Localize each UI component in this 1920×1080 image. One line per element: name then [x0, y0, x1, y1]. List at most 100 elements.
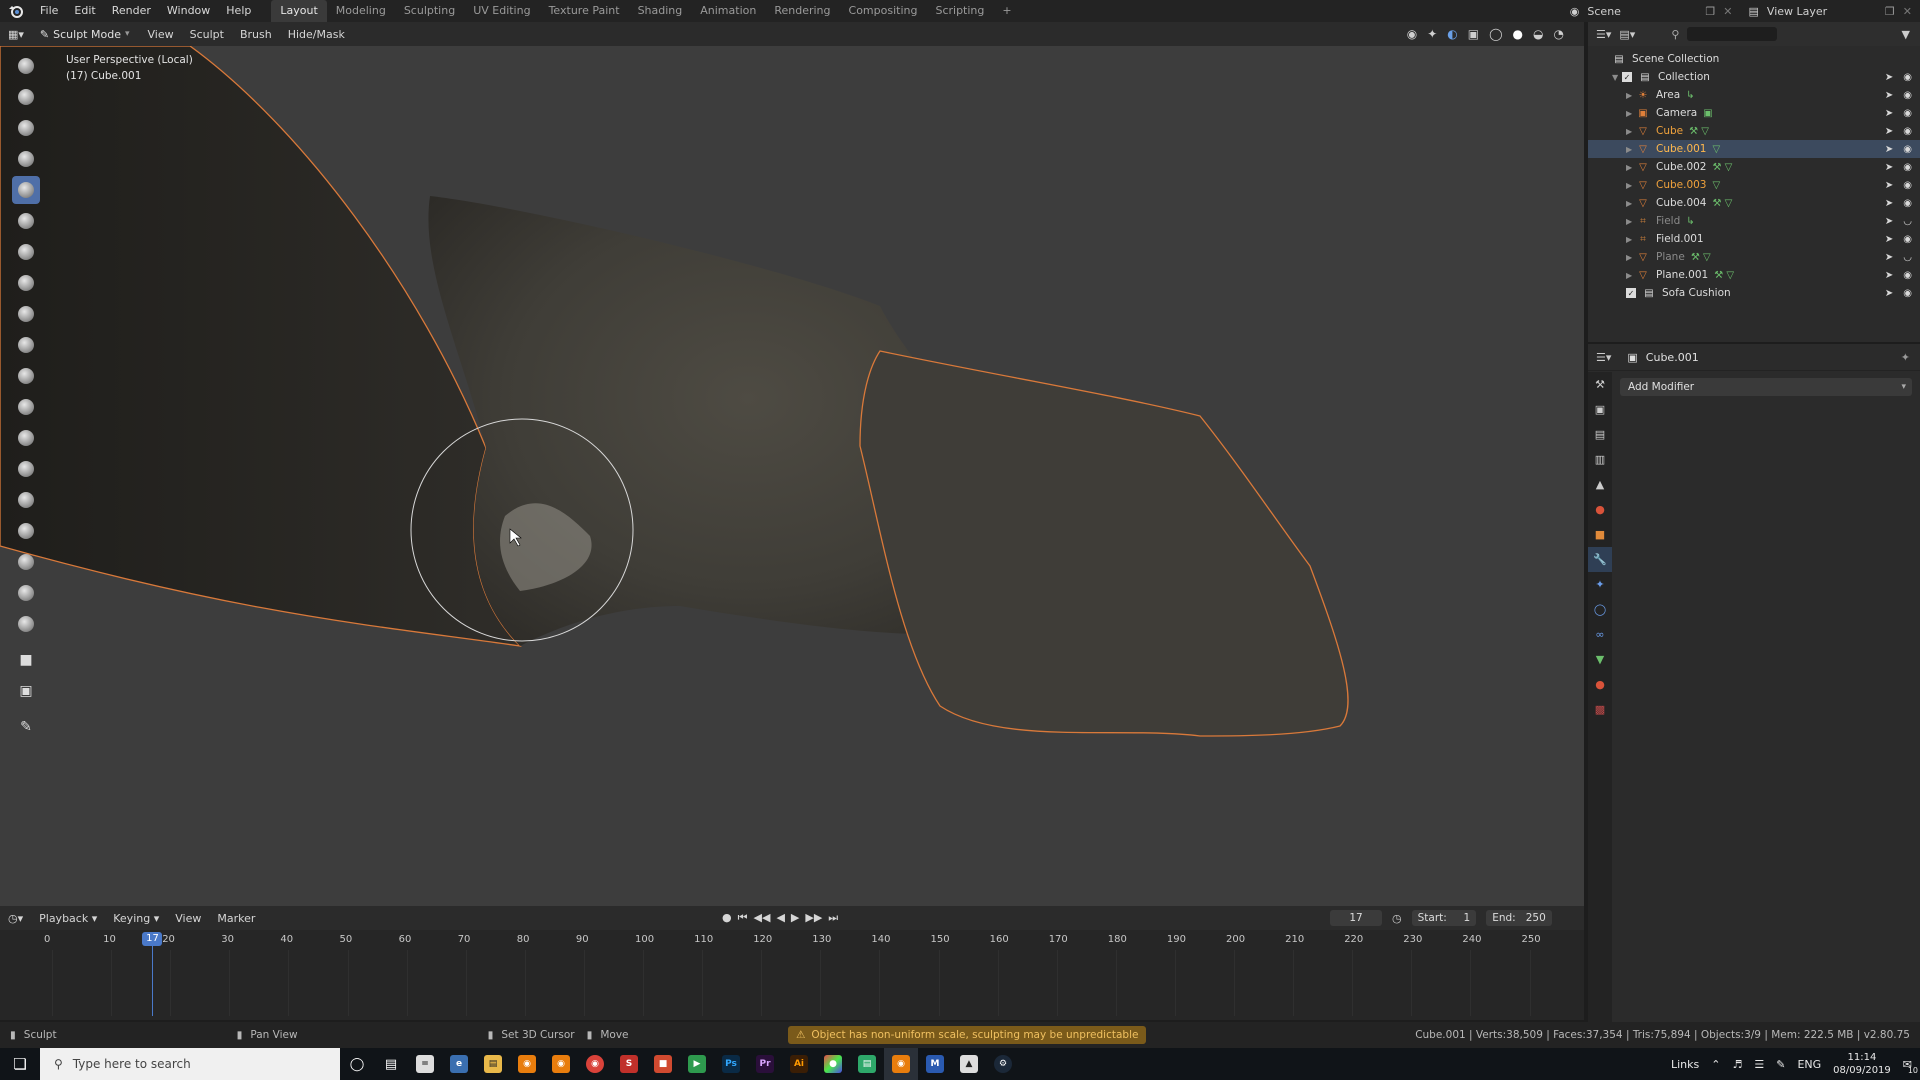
menu-file[interactable]: File — [32, 0, 66, 22]
expand-down-icon[interactable]: ▼ — [1612, 73, 1622, 82]
clock[interactable]: 11:14 08/09/2019 — [1833, 1051, 1891, 1077]
checkbox-icon[interactable]: ✓ — [1622, 72, 1632, 82]
outliner-item-cube-004[interactable]: ▶ ▽ Cube.004 ⚒ ▽ ➤ ◉ — [1588, 194, 1920, 212]
volume-icon[interactable]: ♬ — [1732, 1058, 1742, 1071]
object-data-tab-icon[interactable]: ▼ — [1588, 647, 1612, 672]
eye-icon[interactable]: ◉ — [1903, 234, 1912, 245]
outliner-item-field-001[interactable]: ▶ ⌗ Field.001 ➤ ◉ — [1588, 230, 1920, 248]
expand-right-icon[interactable]: ▶ — [1626, 271, 1636, 280]
select-arrow-icon[interactable]: ➤ — [1885, 126, 1893, 137]
expand-right-icon[interactable]: ▶ — [1626, 181, 1636, 190]
tab-animation[interactable]: Animation — [691, 0, 765, 22]
blender-app-2[interactable]: ◉ — [544, 1048, 578, 1080]
eye-icon[interactable]: ◉ — [1903, 162, 1912, 173]
play-icon[interactable]: ▶ — [791, 911, 799, 925]
wireframe-shading-icon[interactable]: ◯ — [1489, 27, 1502, 41]
tab-rendering[interactable]: Rendering — [765, 0, 839, 22]
menu-brush[interactable]: Brush — [232, 28, 280, 41]
sofa-cushion-row[interactable]: ✓ ▤ Sofa Cushion ➤ ◉ — [1588, 284, 1920, 302]
properties-editor-type-icon[interactable]: ☰▾ — [1596, 351, 1611, 364]
menu-hide-mask[interactable]: Hide/Mask — [280, 28, 353, 41]
eye-icon[interactable]: ◉ — [1903, 198, 1912, 209]
tool-annotate[interactable]: ✎ — [12, 713, 40, 741]
eye-icon[interactable]: ◉ — [1903, 72, 1912, 83]
timeline-editor-type-icon[interactable]: ◷▾ — [0, 912, 31, 925]
menu-sculpt[interactable]: Sculpt — [182, 28, 232, 41]
expand-right-icon[interactable]: ▶ — [1626, 235, 1636, 244]
menu-playback[interactable]: Playback ▾ — [31, 912, 105, 925]
taskbar-search-input[interactable]: ⚲ Type here to search — [40, 1048, 340, 1080]
outliner-item-cube-003[interactable]: ▶ ▽ Cube.003 ▽ ➤ ◉ — [1588, 176, 1920, 194]
expand-right-icon[interactable]: ▶ — [1626, 253, 1636, 262]
constraints-tab-icon[interactable]: ∞ — [1588, 622, 1612, 647]
tool-pinch-brush[interactable] — [12, 393, 40, 421]
menu-view[interactable]: View — [140, 28, 182, 41]
outliner-item-cube-001[interactable]: ▶ ▽ Cube.001 ▽ ➤ ◉ — [1588, 140, 1920, 158]
eye-icon[interactable]: ◉ — [1903, 108, 1912, 119]
illustrator-app[interactable]: Ai — [782, 1048, 816, 1080]
tab-layout[interactable]: Layout — [271, 0, 327, 22]
select-arrow-icon[interactable]: ➤ — [1885, 216, 1893, 227]
tool-draw-brush[interactable] — [12, 52, 40, 80]
view-layer-name[interactable]: View Layer — [1767, 5, 1877, 18]
view-object-types-icon[interactable]: ◉ — [1407, 27, 1417, 41]
red-app-1[interactable]: S — [612, 1048, 646, 1080]
view-layer-icon[interactable]: ▤ — [1749, 5, 1759, 18]
select-arrow-icon[interactable]: ➤ — [1885, 162, 1893, 173]
select-arrow-icon[interactable]: ➤ — [1885, 72, 1893, 83]
tool-crease-brush[interactable] — [12, 238, 40, 266]
outliner-search-input[interactable] — [1687, 27, 1778, 41]
tool-clay-brush[interactable] — [12, 83, 40, 111]
expand-right-icon[interactable]: ▶ — [1626, 145, 1636, 154]
menu-marker[interactable]: Marker — [209, 912, 263, 925]
select-arrow-icon[interactable]: ➤ — [1885, 108, 1893, 119]
start-frame-field[interactable]: Start: 1 — [1411, 910, 1477, 926]
modifier-tab-icon[interactable]: 🔧 — [1588, 547, 1612, 572]
material-tab-icon[interactable]: ● — [1588, 672, 1612, 697]
blue-app[interactable]: M — [918, 1048, 952, 1080]
language-indicator[interactable]: ENG — [1797, 1058, 1821, 1071]
menu-help[interactable]: Help — [218, 0, 259, 22]
select-arrow-icon[interactable]: ➤ — [1885, 288, 1893, 299]
outliner-item-area[interactable]: ▶ ☀ Area ↳ ➤ ◉ — [1588, 86, 1920, 104]
overlays-icon[interactable]: ◐ — [1447, 27, 1457, 41]
scene-collection-row[interactable]: ▤ Scene Collection — [1588, 50, 1920, 68]
outliner-item-cube[interactable]: ▶ ▽ Cube ⚒ ▽ ➤ ◉ — [1588, 122, 1920, 140]
eye-icon[interactable]: ◉ — [1903, 126, 1912, 137]
photoshop-app[interactable]: Ps — [714, 1048, 748, 1080]
end-frame-field[interactable]: End: 250 — [1486, 910, 1552, 926]
tab-compositing[interactable]: Compositing — [840, 0, 927, 22]
outliner-editor-type-icon[interactable]: ☰▾ — [1596, 28, 1611, 41]
pen-icon[interactable]: ✎ — [1776, 1058, 1785, 1071]
close-scene-icon[interactable]: ✕ — [1723, 5, 1732, 18]
clock-icon[interactable]: ◷ — [1392, 912, 1402, 925]
display-mode-icon[interactable]: ▤▾ — [1619, 28, 1635, 41]
eye-icon[interactable]: ◉ — [1903, 270, 1912, 281]
new-view-layer-icon[interactable]: ❐ — [1885, 5, 1895, 18]
eye-closed-icon[interactable]: ◡ — [1903, 216, 1912, 227]
expand-right-icon[interactable]: ▶ — [1626, 127, 1636, 136]
tab-texture-paint[interactable]: Texture Paint — [540, 0, 629, 22]
select-arrow-icon[interactable]: ➤ — [1885, 252, 1893, 263]
menu-keying[interactable]: Keying ▾ — [105, 912, 167, 925]
chrome-app[interactable]: ◉ — [578, 1048, 612, 1080]
output-tab-icon[interactable]: ▤ — [1588, 422, 1612, 447]
premiere-app[interactable]: Pr — [748, 1048, 782, 1080]
chevron-up-icon[interactable]: ⌃ — [1711, 1058, 1720, 1071]
tool-scrape-brush[interactable] — [12, 362, 40, 390]
expand-right-icon[interactable]: ▶ — [1626, 109, 1636, 118]
expand-right-icon[interactable]: ▶ — [1626, 199, 1636, 208]
tool-simplify-brush[interactable] — [12, 579, 40, 607]
add-modifier-dropdown[interactable]: Add Modifier ▾ — [1620, 378, 1912, 396]
tool-rotate-brush[interactable] — [12, 548, 40, 576]
tab-scripting[interactable]: Scripting — [926, 0, 993, 22]
material-shading-icon[interactable]: ◒ — [1533, 27, 1543, 41]
blender-app-active[interactable]: ◉ — [884, 1048, 918, 1080]
outliner-item-plane-001[interactable]: ▶ ▽ Plane.001 ⚒ ▽ ➤ ◉ — [1588, 266, 1920, 284]
tool-mask-brush[interactable] — [12, 610, 40, 638]
tab-shading[interactable]: Shading — [629, 0, 692, 22]
render-tab-icon[interactable]: ▣ — [1588, 397, 1612, 422]
network-icon[interactable]: ☰ — [1754, 1058, 1764, 1071]
tool-snake-hook-brush[interactable] — [12, 455, 40, 483]
start-button[interactable]: ❏ — [0, 1048, 40, 1080]
